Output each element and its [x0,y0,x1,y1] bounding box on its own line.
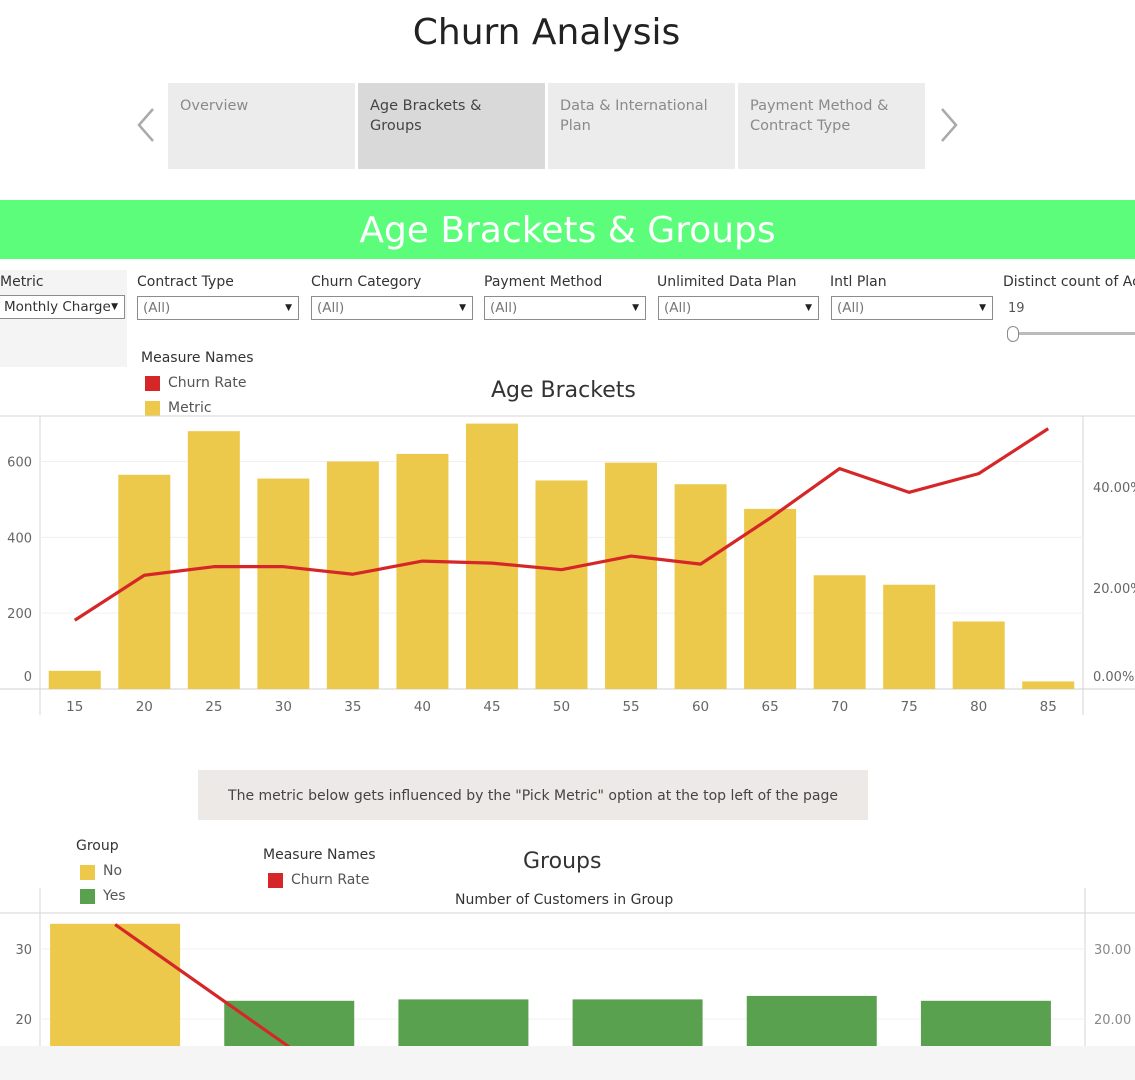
bar-group-yes [746,995,877,1046]
y-tick-label: 20 [15,1013,32,1028]
groups-chart: 20 30 20.00 30.00 [0,888,1135,1046]
bottom-strip [0,1046,1135,1080]
bar-group-yes [224,1000,355,1046]
bar-group-yes [398,999,529,1046]
y2-tick-label: 30.00 [1094,943,1131,958]
bar-group-yes [572,999,703,1046]
y2-tick-label: 20.00 [1094,1013,1131,1028]
y-tick-label: 30 [15,943,32,958]
bar-group-no [50,923,181,1046]
bar-group-yes [920,1000,1051,1046]
